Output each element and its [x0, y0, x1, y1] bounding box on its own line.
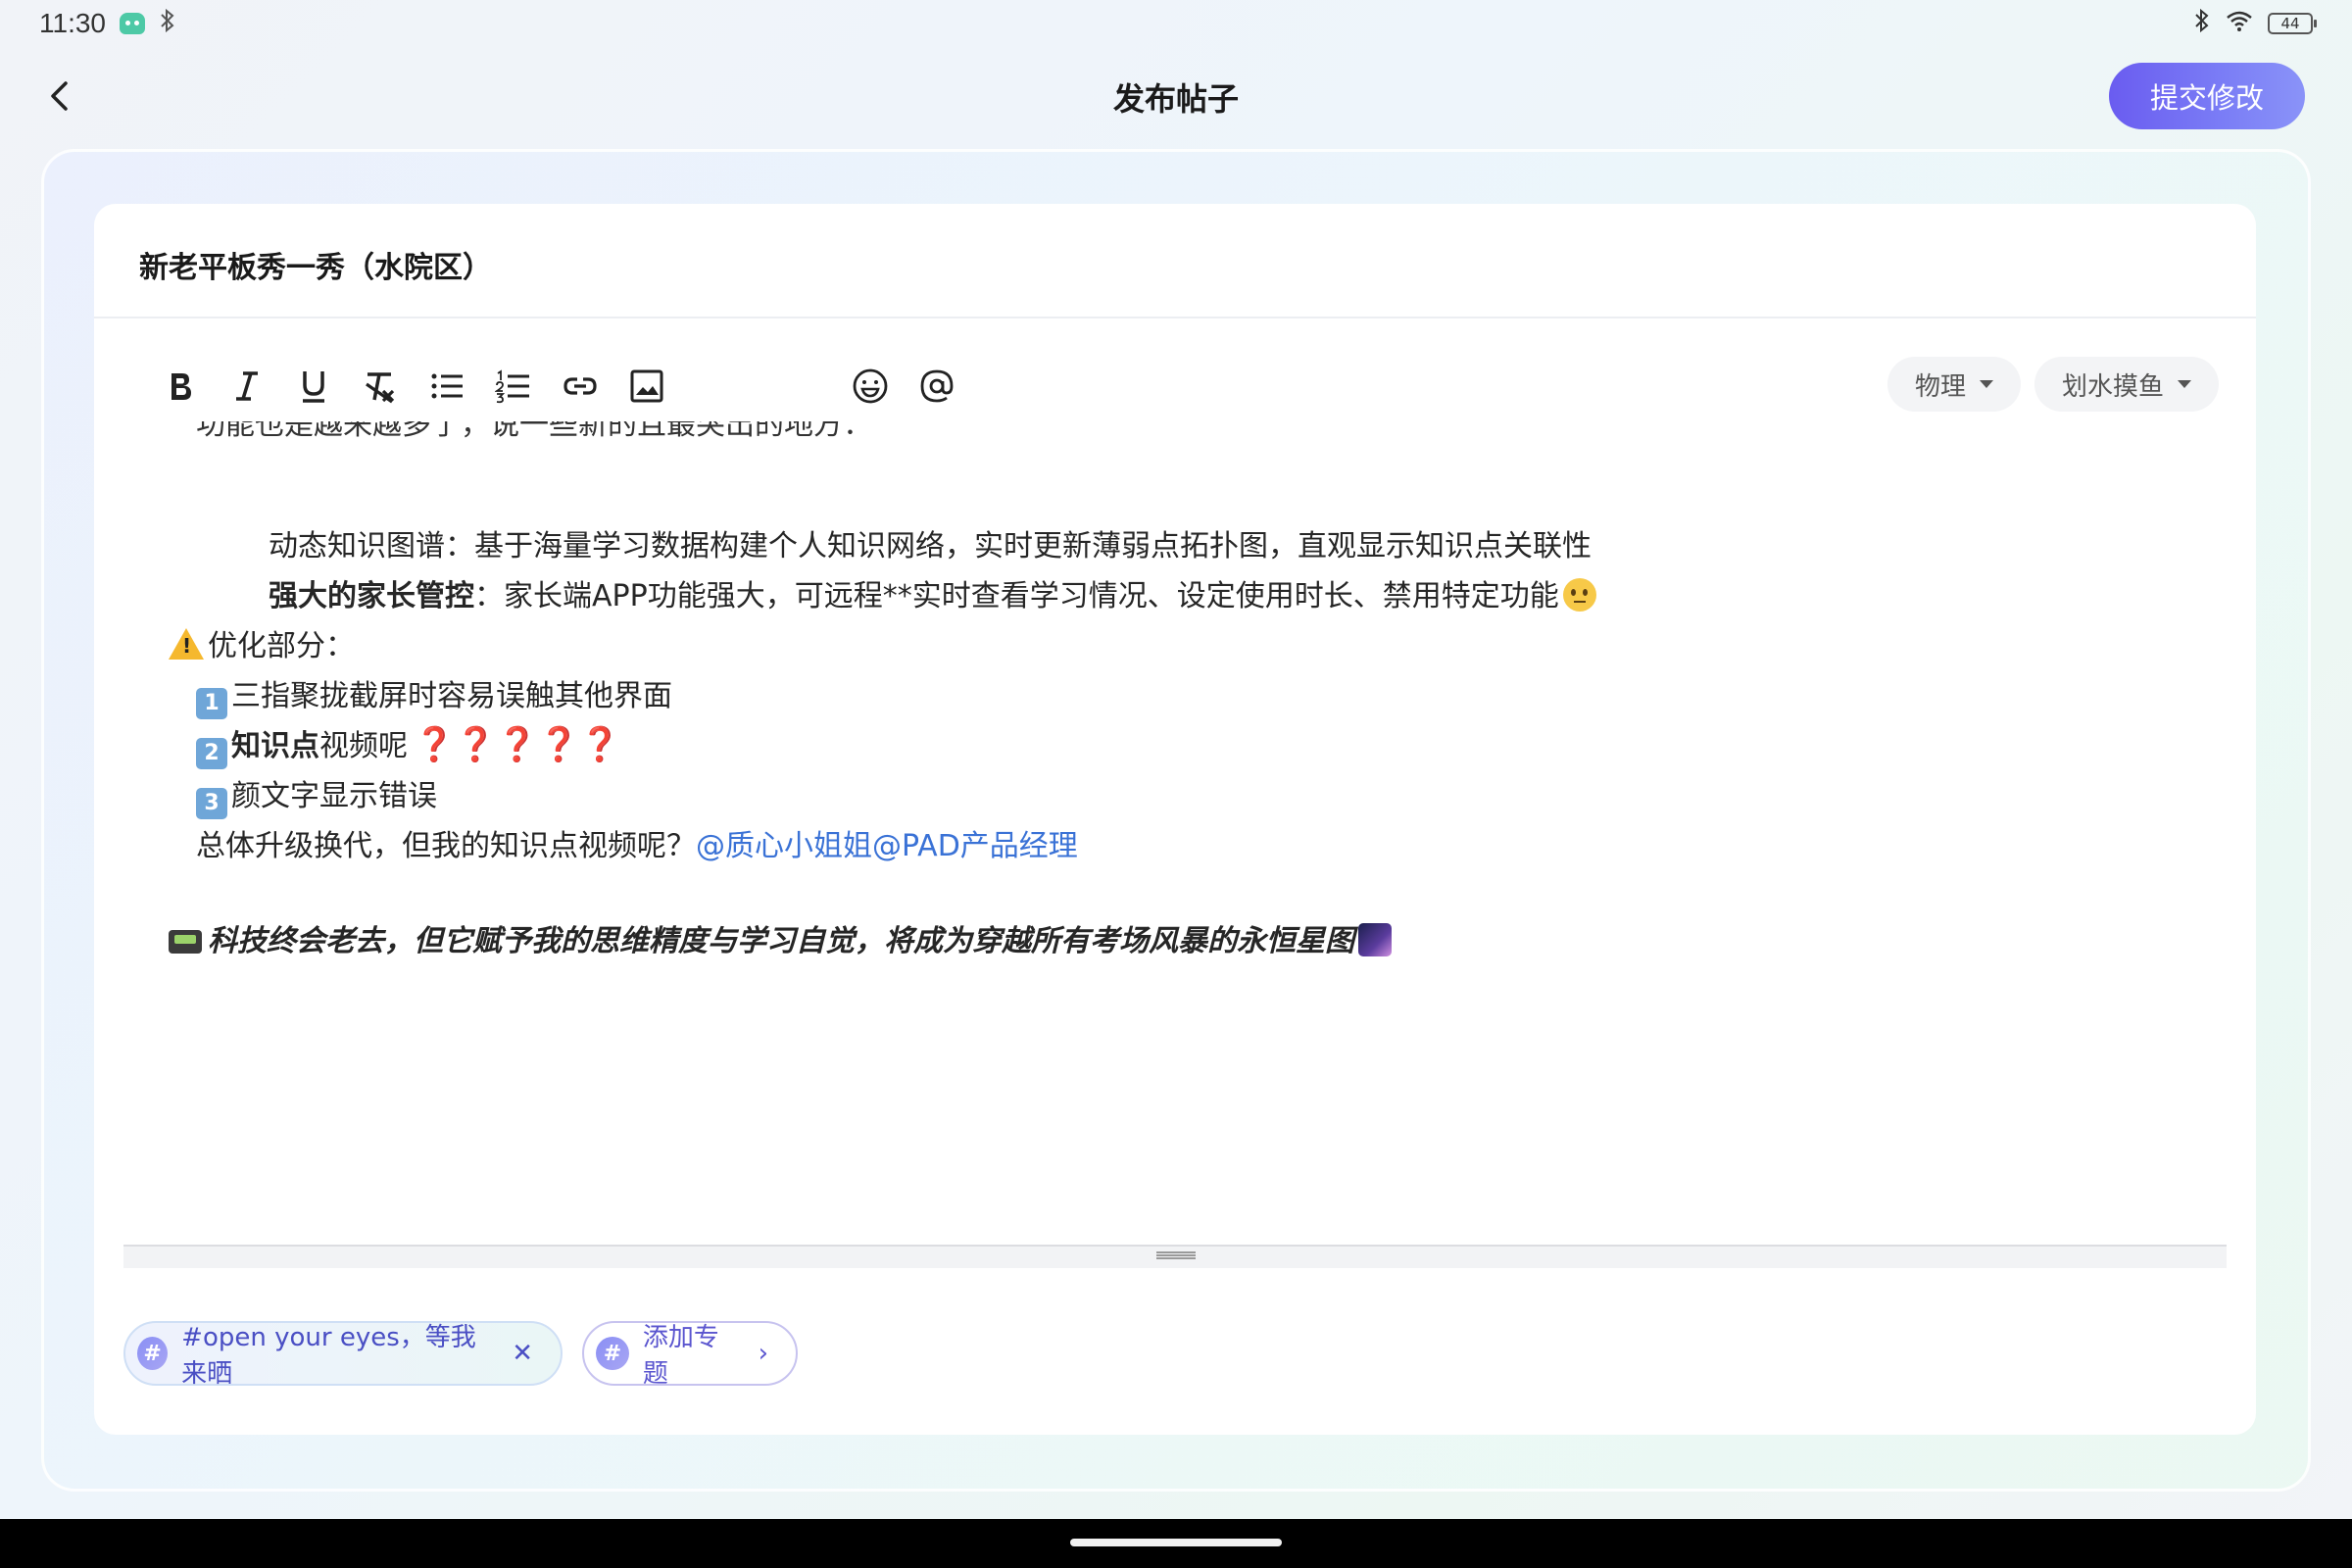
content-line: 1 三指聚拢截屏时容易误触其他界面 — [196, 671, 672, 719]
add-topic-label: 添加专题 — [642, 1323, 719, 1389]
warning-icon: ! — [169, 628, 204, 660]
status-bar: 11:30 44 — [0, 0, 2352, 47]
keycap-three-icon: 3 — [196, 788, 227, 819]
post-editor-card: 新老平板秀一秀（水院区） 物理 划水摸鱼 功能也是越来越多了，说一些新的且最突出… — [94, 204, 2256, 1435]
format-toolbar — [147, 357, 970, 416]
italic-icon — [236, 371, 258, 401]
image-button[interactable] — [613, 357, 680, 416]
page-title: 发布帖子 — [1112, 80, 1239, 118]
app-notification-icon — [120, 13, 145, 34]
underline-button[interactable] — [280, 357, 347, 416]
bold-text: 知识点 — [231, 729, 319, 763]
list-item-text: 三指聚拢截屏时容易误触其他界面 — [231, 679, 672, 713]
content-line: 2 知识点视频呢 ❓❓❓❓❓ — [196, 721, 621, 769]
category-select[interactable]: 划水摸鱼 — [2034, 357, 2219, 412]
numbered-list-icon — [495, 369, 529, 404]
subject-select[interactable]: 物理 — [1886, 357, 2021, 412]
keycap-two-icon: 2 — [196, 738, 227, 769]
italic-button[interactable] — [214, 357, 280, 416]
milky-way-icon — [1358, 923, 1392, 956]
bold-icon — [172, 373, 191, 400]
tag-selectors: 物理 划水摸鱼 — [1886, 357, 2219, 412]
status-time: 11:30 — [39, 8, 106, 38]
grip-icon — [1156, 1251, 1196, 1259]
post-body-editor[interactable]: 功能也是越来越多了，说一些新的且最突出的地方： 动态知识图谱：基于海量学习数据构… — [94, 421, 2256, 1441]
link-icon — [564, 377, 597, 395]
question-mark-icons: ❓❓❓❓❓ — [414, 725, 621, 764]
image-icon — [630, 369, 663, 403]
wifi-icon — [2225, 9, 2254, 38]
emoji-button[interactable] — [837, 357, 904, 416]
mention-icon — [920, 369, 954, 403]
paragraph-text: 总体升级换代，但我的知识点视频呢？ — [196, 829, 696, 863]
dropdown-caret-icon — [1979, 380, 1993, 388]
dropdown-caret-icon — [2178, 380, 2191, 388]
paragraph-text: 动态知识图谱：基于海量学习数据构建个人知识网络，实时更新薄弱点拓扑图，直观显示知… — [269, 529, 1592, 564]
post-title-input[interactable]: 新老平板秀一秀（水院区） — [139, 243, 492, 286]
topic-row: # #open your eyes，等我来晒 ✕ # 添加专题 › — [123, 1321, 798, 1389]
submit-changes-button[interactable]: 提交修改 — [2109, 63, 2305, 129]
closing-text: 科技终会老去，但它赋予我的思维精度与学习自觉，将成为穿越所有考场风暴的永恒星图 — [208, 924, 1354, 958]
editor-resize-handle[interactable] — [123, 1245, 2227, 1268]
clear-format-button[interactable] — [347, 357, 414, 416]
link-button[interactable] — [547, 357, 613, 416]
clear-format-icon — [366, 372, 395, 404]
content-line: 强大的家长管控：家长端APP功能强大，可远程**实时查看学习情况、设定使用时长、… — [269, 571, 1596, 614]
hashtag-icon: # — [137, 1337, 169, 1370]
content-line: 科技终会老去，但它赋予我的思维精度与学习自觉，将成为穿越所有考场风暴的永恒星图 — [169, 916, 1392, 959]
bullet-list-icon — [431, 373, 463, 399]
mention-button[interactable] — [904, 357, 970, 416]
content-line: 总体升级换代，但我的知识点视频呢？@质心小姐姐@PAD产品经理 — [196, 821, 1078, 864]
hashtag-icon: # — [596, 1337, 629, 1370]
content-line: 动态知识图谱：基于海量学习数据构建个人知识网络，实时更新薄弱点拓扑图，直观显示知… — [269, 521, 1592, 564]
topic-chip[interactable]: # #open your eyes，等我来晒 ✕ — [123, 1321, 563, 1389]
remove-topic-icon[interactable]: ✕ — [512, 1339, 533, 1368]
system-nav-bar — [0, 1519, 2352, 1568]
numbered-list-button[interactable] — [480, 357, 547, 416]
list-item-text: 视频呢 — [319, 729, 408, 763]
bluetooth-status-icon — [2193, 8, 2211, 38]
mention-link[interactable]: @质心小姐姐@PAD产品经理 — [696, 829, 1078, 863]
bold-text: 强大的家长管控 — [269, 579, 474, 613]
list-item-text: 颜文字显示错误 — [231, 779, 437, 813]
content-line: ! 优化部分： — [169, 621, 355, 664]
top-bar: 发布帖子 提交修改 — [0, 59, 2352, 133]
pager-icon — [169, 930, 202, 954]
keycap-one-icon: 1 — [196, 688, 227, 719]
content-line: 3 颜文字显示错误 — [196, 771, 437, 819]
paragraph-text: ：家长端APP功能强大，可远程**实时查看学习情况、设定使用时长、禁用特定功能 — [474, 579, 1559, 613]
partial-line: 功能也是越来越多了，说一些新的且最突出的地方： — [196, 421, 872, 442]
neutral-face-icon — [1562, 578, 1596, 612]
section-label: 优化部分： — [208, 629, 355, 663]
bold-button[interactable] — [147, 357, 214, 416]
bullet-list-button[interactable] — [414, 357, 480, 416]
battery-icon: 44 — [2268, 13, 2317, 34]
home-gesture-handle[interactable] — [1070, 1539, 1282, 1546]
category-label: 划水摸鱼 — [2061, 371, 2164, 402]
divider — [94, 317, 2256, 318]
chevron-right-icon: › — [758, 1339, 768, 1368]
subject-label: 物理 — [1914, 371, 1966, 402]
topic-label: #open your eyes，等我来晒 — [181, 1323, 476, 1389]
emoji-icon — [853, 368, 888, 404]
underline-icon — [303, 371, 324, 403]
bluetooth-icon — [159, 8, 176, 38]
add-topic-button[interactable]: # 添加专题 › — [582, 1321, 798, 1389]
